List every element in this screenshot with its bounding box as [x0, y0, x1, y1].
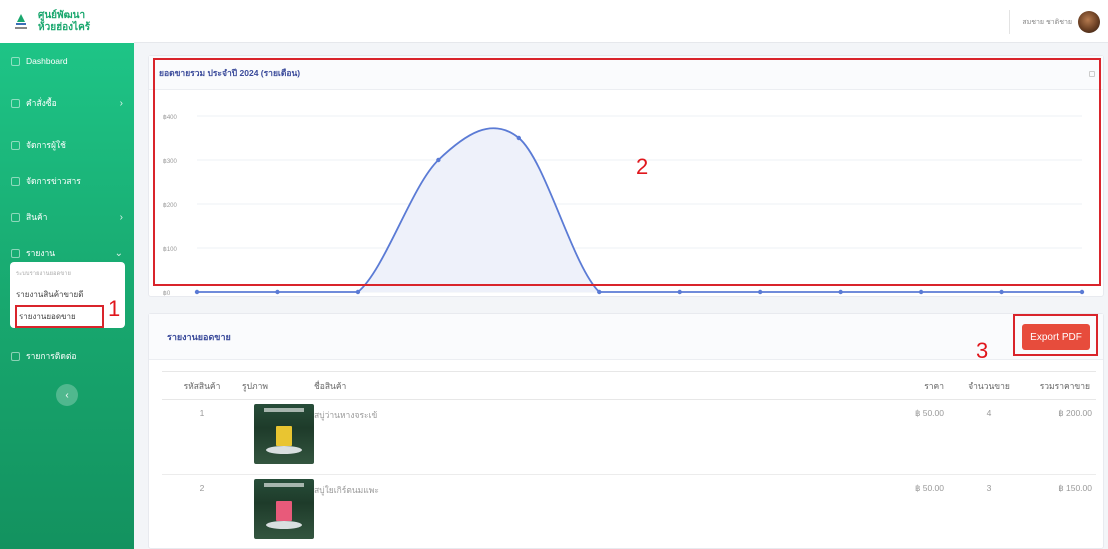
cell-name: สบู่ว่านหางจระเข้: [314, 399, 714, 475]
data-point: [999, 289, 1004, 295]
product-image: [254, 404, 314, 464]
data-point: [436, 157, 441, 163]
sidebar-item-orders[interactable]: คำสั่งซื้อ ›: [0, 85, 134, 121]
sidebar-item-label: รายงาน: [26, 248, 56, 258]
data-point: [757, 289, 763, 295]
annotation-label-3: 3: [976, 338, 989, 363]
y-tick-label: ฿200: [163, 202, 177, 209]
export-pdf-button[interactable]: Export PDF: [1022, 324, 1090, 350]
chevron-right-icon: ›: [119, 97, 123, 109]
annotation-label-2: 2: [636, 154, 649, 179]
product-image: [254, 479, 314, 539]
col-total[interactable]: รวมราคาขาย: [1024, 371, 1096, 400]
y-tick-label: ฿100: [163, 246, 177, 253]
cell-image: [242, 399, 314, 475]
contact-icon: [11, 351, 20, 361]
data-point: [1079, 289, 1085, 295]
sales-chart: ฿0฿100฿200฿300฿400ม.ค.มี.ค.พ.ค.ก.ค.ก.ย.พ…: [163, 114, 1085, 296]
sidebar-item-dashboard[interactable]: Dashboard: [0, 43, 134, 79]
table-header-row: รหัสสินค้า รูปภาพ ชื่อสินค้า ราคา จำนวนข…: [162, 371, 1096, 400]
col-price[interactable]: ราคา: [714, 371, 954, 400]
cell-image: [242, 474, 314, 549]
y-tick-label: ฿400: [163, 114, 177, 121]
cell-code: 1: [162, 399, 242, 475]
divider: [1009, 10, 1011, 34]
col-qty[interactable]: จำนวนขาย: [954, 371, 1024, 400]
cell-name: สบู่ใยเกิร์ตนมแพะ: [314, 474, 714, 549]
data-point: [516, 135, 522, 141]
product-banner: [264, 408, 304, 412]
col-code[interactable]: รหัสสินค้า: [162, 371, 242, 400]
sales-report-title: รายงานยอดขาย: [149, 314, 1103, 360]
sidebar-item-label: รายการติดต่อ: [26, 351, 77, 361]
table-row: 1 สบู่ว่านหางจระเข้ ฿ 50.00 4 ฿ 200.00: [162, 399, 1096, 475]
sales-table: รหัสสินค้า รูปภาพ ชื่อสินค้า ราคา จำนวนข…: [162, 371, 1096, 549]
chevron-right-icon: ›: [119, 211, 123, 223]
cell-total: ฿ 200.00: [1024, 399, 1096, 475]
series-line: [196, 127, 1082, 293]
box-icon: [11, 212, 20, 222]
cell-price: ฿ 50.00: [714, 399, 954, 475]
col-name[interactable]: ชื่อสินค้า: [314, 371, 714, 400]
col-image[interactable]: รูปภาพ: [242, 371, 314, 400]
cart-icon: [11, 98, 20, 108]
sidebar-item-label: จัดการข่าวสาร: [26, 176, 81, 186]
sidebar-item-label: คำสั่งซื้อ: [26, 98, 57, 108]
cell-total: ฿ 150.00: [1024, 474, 1096, 549]
product-stand: [266, 521, 302, 529]
data-point: [677, 289, 682, 295]
avatar[interactable]: [1078, 11, 1100, 33]
user-menu[interactable]: สมชาย ชาติชาย: [1009, 10, 1100, 34]
user-name: สมชาย ชาติชาย: [1022, 18, 1072, 26]
table-row: 2 สบู่ใยเกิร์ตนมแพะ ฿ 50.00 3 ฿ 150.00: [162, 474, 1096, 549]
expand-icon[interactable]: [1089, 71, 1095, 77]
data-point: [355, 289, 361, 295]
data-point: [597, 289, 602, 295]
sidebar-item-contacts[interactable]: รายการติดต่อ: [0, 338, 134, 374]
brand[interactable]: ศูนย์พัฒนา ห้วยฮ่องไคร้: [0, 0, 134, 43]
user-icon: [11, 140, 20, 150]
sidebar-item-label: สินค้า: [26, 212, 48, 222]
sidebar-item-users[interactable]: จัดการผู้ใช้: [0, 127, 134, 163]
news-icon: [11, 176, 20, 186]
cell-code: 2: [162, 474, 242, 549]
brand-text: ศูนย์พัฒนา ห้วยฮ่องไคร้: [38, 9, 91, 33]
chevron-left-icon: ‹: [65, 389, 69, 401]
chart-title: ยอดขายรวม ประจำปี 2024 (รายเดือน): [149, 56, 1103, 90]
data-point: [194, 289, 200, 295]
y-tick-label: ฿0: [163, 290, 171, 296]
sidebar: ศูนย์พัฒนา ห้วยฮ่องไคร้ Dashboard คำสั่ง…: [0, 0, 134, 549]
collapse-sidebar-button[interactable]: ‹: [56, 384, 78, 406]
submenu-item-sales-report[interactable]: รายงานยอดขาย: [15, 305, 104, 328]
sidebar-item-products[interactable]: สินค้า ›: [0, 199, 134, 235]
report-icon: [11, 248, 20, 258]
y-tick-label: ฿300: [163, 158, 177, 165]
data-point: [918, 289, 924, 295]
sidebar-item-news[interactable]: จัดการข่าวสาร: [0, 163, 134, 199]
submenu-heading: ระบบรายงานยอดขาย: [16, 271, 72, 277]
series-area: [197, 128, 1082, 292]
product-stand: [266, 446, 302, 454]
sales-chart-card: ยอดขายรวม ประจำปี 2024 (รายเดือน) ฿0 ฿100…: [148, 55, 1104, 297]
product-box: [276, 426, 292, 446]
sidebar-item-label: Dashboard: [26, 56, 68, 66]
cell-qty: 3: [954, 474, 1024, 549]
annotation-label-1: 1: [108, 296, 121, 321]
submenu-item-bestsellers[interactable]: รายงานสินค้าขายดี: [14, 284, 121, 305]
cell-qty: 4: [954, 399, 1024, 475]
sidebar-item-label: จัดการผู้ใช้: [26, 140, 66, 150]
dashboard-icon: [11, 56, 20, 66]
chevron-down-icon: ⌄: [114, 247, 123, 259]
data-point: [275, 289, 280, 295]
product-box: [276, 501, 292, 521]
logo-icon: [15, 13, 27, 29]
product-banner: [264, 483, 304, 487]
topbar: สมชาย ชาติชาย: [134, 0, 1108, 43]
data-point: [838, 289, 843, 295]
cell-price: ฿ 50.00: [714, 474, 954, 549]
